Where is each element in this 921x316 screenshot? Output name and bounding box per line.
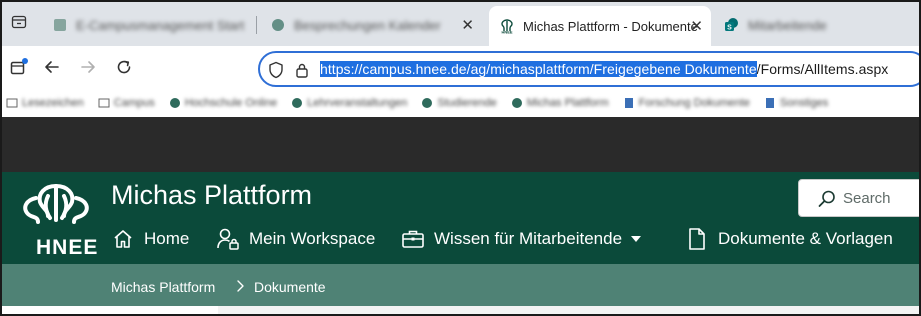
bookmark-item[interactable]: Michas Plattform bbox=[511, 97, 609, 109]
arrow-right-icon bbox=[79, 58, 97, 81]
folder-icon bbox=[6, 98, 18, 108]
bookmark-item[interactable]: Forschung Dokumente bbox=[623, 97, 750, 109]
reload-button[interactable] bbox=[111, 56, 137, 82]
reload-icon bbox=[115, 58, 133, 81]
back-button[interactable] bbox=[39, 56, 65, 82]
bookmark-label: Lehrveranstaltungen bbox=[307, 97, 408, 109]
search-icon bbox=[818, 190, 835, 207]
browser-toolbar: https://campus.hnee.de/ag/michasplattfor… bbox=[2, 46, 919, 92]
suite-bar bbox=[2, 117, 919, 172]
bookmark-label: Campus bbox=[113, 97, 155, 109]
caret-down-icon bbox=[630, 235, 642, 243]
site-header: HNEE Michas Plattform Search Home Mein W… bbox=[2, 172, 919, 264]
svg-text:HNEE: HNEE bbox=[501, 30, 512, 35]
search-box[interactable]: Search bbox=[798, 179, 919, 217]
tab-divider bbox=[256, 16, 257, 34]
bookmark-label: Forschung Dokumente bbox=[638, 97, 750, 109]
briefcase-icon bbox=[401, 227, 425, 251]
bookmark-item[interactable]: Hochschule Online bbox=[169, 97, 277, 109]
ecampus-favicon-icon bbox=[52, 17, 68, 33]
bookmark-label: Studierende bbox=[437, 97, 497, 109]
logo-text: HNEE bbox=[36, 236, 99, 259]
close-tab-icon[interactable]: ✕ bbox=[690, 17, 703, 35]
url-rest-text: /Forms/AllItems.aspx bbox=[756, 61, 889, 77]
address-bar[interactable]: https://campus.hnee.de/ag/michasplattfor… bbox=[258, 51, 919, 87]
hnee-favicon-icon bbox=[422, 98, 433, 108]
bookmark-label: Hochschule Online bbox=[184, 97, 278, 109]
nav-wissen-label: Wissen für Mitarbeitende bbox=[434, 229, 623, 248]
tab-michas-plattform[interactable]: HNEE Michas Plattform - Dokumente ✕ bbox=[489, 6, 711, 46]
svg-text:S: S bbox=[727, 25, 732, 32]
tab-mitarbeitende[interactable]: S Mitarbeitende bbox=[714, 8, 914, 42]
search-placeholder: Search bbox=[843, 190, 891, 207]
hnee-favicon-icon: HNEE bbox=[499, 18, 515, 34]
tree-logo-icon bbox=[23, 184, 89, 224]
bookmark-item[interactable]: Sonstiges bbox=[764, 97, 828, 109]
nav-workspace[interactable]: Mein Workspace bbox=[216, 225, 375, 253]
sharepoint-favicon-icon: S bbox=[724, 17, 740, 33]
bookmark-label: Sonstiges bbox=[779, 97, 829, 109]
tab-actions-menu[interactable] bbox=[2, 2, 36, 46]
user-lock-icon bbox=[216, 227, 240, 251]
hnee-favicon-icon bbox=[270, 17, 286, 33]
lock-icon[interactable] bbox=[292, 60, 312, 80]
nav-home[interactable]: Home bbox=[111, 225, 189, 253]
bookmark-item[interactable]: Campus bbox=[98, 97, 155, 109]
nav-wissen-dropdown[interactable]: Wissen für Mitarbeitende bbox=[401, 225, 642, 253]
tab-besprechungen[interactable]: Besprechungen Kalender ✕ bbox=[260, 8, 482, 42]
tab-title: E-Campusmanagement Startseite bbox=[76, 17, 244, 33]
document-favicon-icon bbox=[765, 98, 774, 108]
bookmark-label: Michas Plattform bbox=[526, 97, 609, 109]
bookmark-item[interactable]: Lesezeichen bbox=[6, 97, 84, 109]
breadcrumb-root[interactable]: Michas Plattform bbox=[111, 279, 215, 295]
hnee-favicon-icon bbox=[511, 98, 522, 108]
forward-button[interactable] bbox=[75, 56, 101, 82]
tab-title: Besprechungen Kalender bbox=[294, 17, 441, 33]
nav-home-label: Home bbox=[144, 229, 190, 248]
arrow-left-icon bbox=[43, 58, 61, 81]
workspaces-button[interactable] bbox=[6, 56, 32, 82]
nav-dokumente-label: Dokumente & Vorlagen bbox=[718, 229, 893, 248]
nav-workspace-label: Mein Workspace bbox=[249, 229, 376, 248]
document-favicon-icon bbox=[624, 98, 633, 108]
breadcrumb-current[interactable]: Dokumente bbox=[254, 279, 326, 295]
bookmark-item[interactable]: Lehrveranstaltungen bbox=[291, 97, 407, 109]
close-tab-icon[interactable]: ✕ bbox=[461, 16, 474, 34]
browser-window: E-Campusmanagement Startseite Besprechun… bbox=[0, 0, 921, 316]
bookmark-item[interactable]: Studierende bbox=[421, 97, 497, 109]
nav-dokumente[interactable]: Dokumente & Vorlagen bbox=[685, 225, 893, 253]
hnee-favicon-icon bbox=[169, 98, 180, 108]
tab-title: Michas Plattform - Dokumente bbox=[523, 18, 698, 34]
url-text[interactable]: https://campus.hnee.de/ag/michasplattfor… bbox=[320, 61, 888, 77]
tab-strip: E-Campusmanagement Startseite Besprechun… bbox=[2, 2, 919, 46]
hnee-favicon-icon bbox=[292, 98, 303, 108]
left-navigation-pane bbox=[2, 306, 218, 314]
folder-icon bbox=[98, 98, 110, 108]
chevron-right-icon bbox=[232, 278, 248, 294]
bookmarks-bar: Lesezeichen Campus Hochschule Online Leh… bbox=[2, 92, 919, 114]
tab-title: Mitarbeitende bbox=[748, 17, 827, 33]
tab-ecampus[interactable]: E-Campusmanagement Startseite bbox=[42, 8, 254, 42]
url-selected-text: https://campus.hnee.de/ag/michasplattfor… bbox=[320, 61, 757, 77]
page-content bbox=[2, 306, 919, 314]
tab-actions-icon bbox=[11, 14, 27, 35]
workspaces-icon bbox=[9, 57, 29, 82]
bookmark-label: Lesezeichen bbox=[22, 97, 84, 109]
breadcrumb: Michas Plattform Dokumente bbox=[2, 264, 919, 306]
hnee-logo[interactable]: HNEE bbox=[16, 180, 97, 259]
document-icon bbox=[685, 227, 709, 251]
home-icon bbox=[111, 227, 135, 251]
site-title[interactable]: Michas Plattform bbox=[111, 180, 312, 211]
shield-icon[interactable] bbox=[266, 60, 286, 80]
